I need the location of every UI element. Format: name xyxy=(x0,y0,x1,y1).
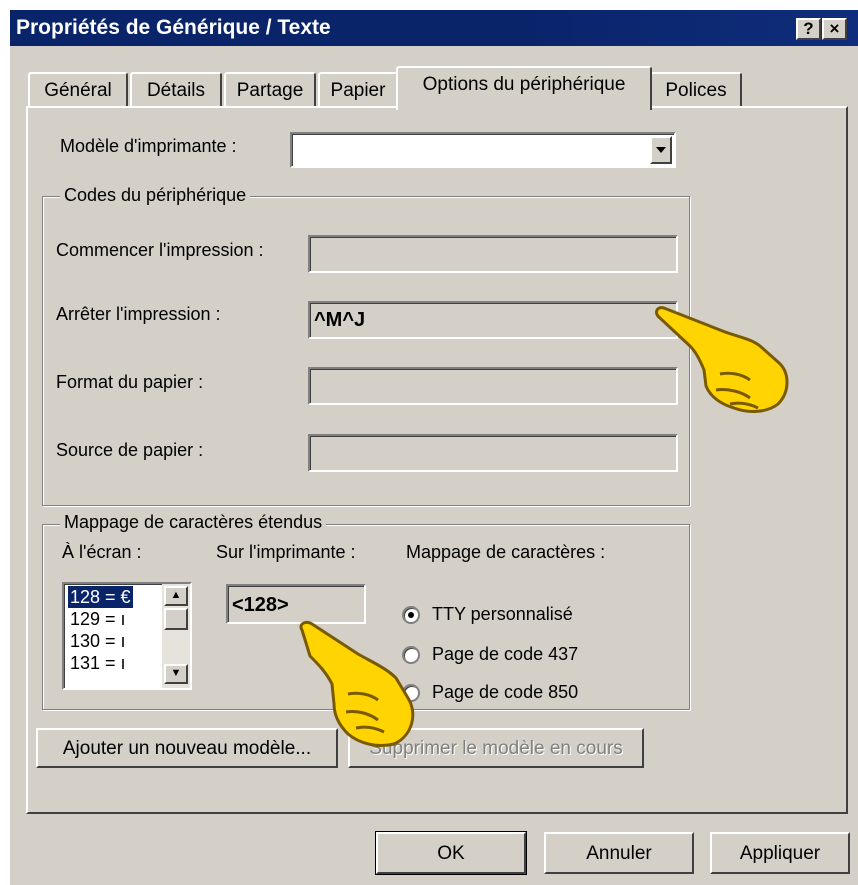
device-codes-legend: Codes du périphérique xyxy=(60,185,251,206)
paper-source-field[interactable] xyxy=(308,434,678,472)
list-item-selected[interactable]: 128 = € xyxy=(67,585,134,609)
char-map-label: Mappage de caractères : xyxy=(406,542,606,562)
printer-model-select[interactable] xyxy=(290,132,676,168)
paper-source-label: Source de papier : xyxy=(56,440,204,460)
tab-fonts[interactable]: Polices xyxy=(650,72,742,108)
printer-char-field[interactable]: <128> xyxy=(226,584,366,624)
stop-print-label: Arrêter l'impression : xyxy=(56,304,221,324)
on-printer-label: Sur l'imprimante : xyxy=(216,542,356,562)
properties-dialog: Propriétés de Générique / Texte ? × Géné… xyxy=(8,8,858,885)
pointing-hand-icon xyxy=(299,620,415,748)
printer-model-label: Modèle d'imprimante : xyxy=(60,136,237,156)
list-item[interactable]: 130 = ı xyxy=(68,630,128,652)
list-item[interactable]: 129 = ı xyxy=(68,608,128,630)
paper-format-label: Format du papier : xyxy=(56,372,204,392)
tab-general[interactable]: Général xyxy=(28,72,128,108)
char-mapping-legend: Mappage de caractères étendus xyxy=(60,512,327,533)
tab-paper[interactable]: Papier xyxy=(318,72,398,108)
close-button[interactable]: × xyxy=(822,18,847,40)
list-scrollbar[interactable]: ▲ ▼ xyxy=(162,584,190,688)
pointing-hand-icon xyxy=(655,306,789,413)
radio-tty-label[interactable]: TTY personnalisé xyxy=(432,604,573,625)
help-button[interactable]: ? xyxy=(796,18,821,40)
tab-device-options[interactable]: Options du périphérique xyxy=(396,66,652,110)
scroll-up-icon[interactable]: ▲ xyxy=(164,586,188,606)
cancel-button[interactable]: Annuler xyxy=(544,832,694,874)
stop-print-field[interactable]: ^M^J xyxy=(308,301,678,339)
tab-sharing[interactable]: Partage xyxy=(224,72,316,108)
on-screen-label: À l'écran : xyxy=(62,542,142,562)
apply-button[interactable]: Appliquer xyxy=(710,832,850,874)
scroll-thumb[interactable] xyxy=(164,608,188,630)
list-item[interactable]: 131 = ı xyxy=(68,652,128,674)
radio-850-label[interactable]: Page de code 850 xyxy=(432,682,578,703)
screen-char-list[interactable]: 128 = € 129 = ı 130 = ı 131 = ı ▲ ▼ xyxy=(62,582,192,690)
paper-format-field[interactable] xyxy=(308,367,678,405)
start-print-field[interactable] xyxy=(308,235,678,273)
ok-button[interactable]: OK xyxy=(375,831,527,875)
tab-details[interactable]: Détails xyxy=(130,72,222,108)
title-bar[interactable]: Propriétés de Générique / Texte ? × xyxy=(10,10,858,46)
window-title: Propriétés de Générique / Texte xyxy=(16,16,331,39)
dropdown-arrow-icon[interactable] xyxy=(650,136,672,164)
start-print-label: Commencer l'impression : xyxy=(56,240,264,260)
scroll-down-icon[interactable]: ▼ xyxy=(164,664,188,684)
radio-437-label[interactable]: Page de code 437 xyxy=(432,644,578,665)
add-model-button[interactable]: Ajouter un nouveau modèle... xyxy=(36,728,338,768)
